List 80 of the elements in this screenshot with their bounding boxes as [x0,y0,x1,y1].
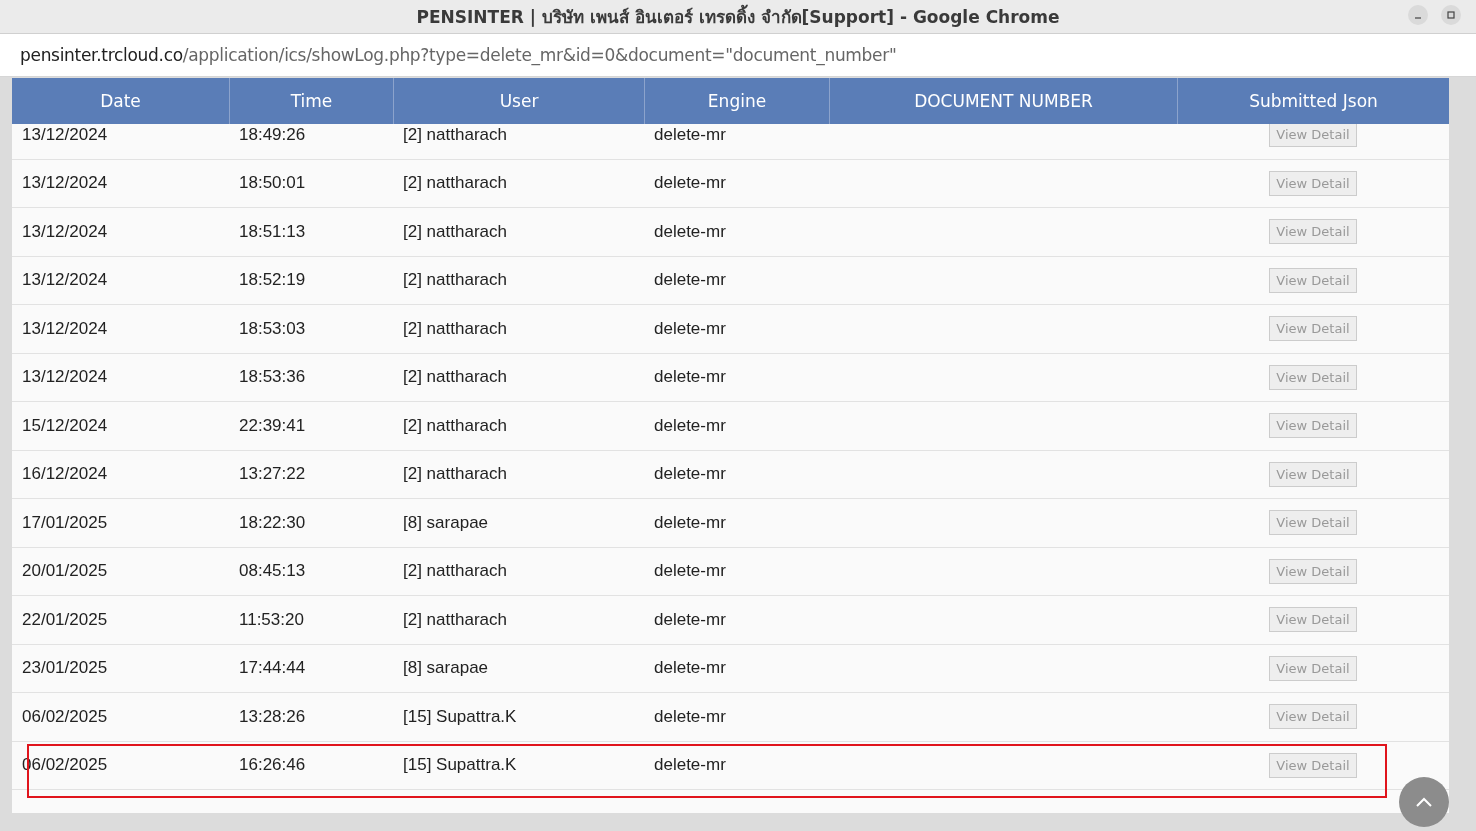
table-cell-text: 18:50:01 [238,173,307,194]
chevron-up-icon [1416,797,1432,807]
table-cell-text: 13/12/2024 [21,367,109,388]
table-cell-text: 15/12/2024 [21,415,109,436]
view-detail-button[interactable]: View Detail [1269,267,1357,293]
view-detail-button[interactable]: View Detail [1269,219,1357,245]
table-cell-text: [2] nattharach [402,124,508,145]
table-cell-text: 18:51:13 [238,221,307,242]
table-cell-text: 18:53:36 [238,367,307,388]
table-cell-text: 22/01/2025 [21,609,109,630]
table-cell-text: 17/01/2025 [21,512,109,533]
table-cell-text: 18:22:30 [238,512,307,533]
table-cell-text: 13/12/2024 [21,318,109,339]
table-cell-text: 16:26:46 [238,755,307,776]
table-cell-text: delete-mr [653,561,727,582]
table-cell-text: delete-mr [653,706,727,727]
table-cell-text: 13/12/2024 [21,221,109,242]
table-cell-text: delete-mr [653,415,727,436]
table-cell-text: 20/01/2025 [21,561,109,582]
table-cell-text: 17:44:44 [238,658,307,679]
view-detail-button[interactable]: View Detail [1269,510,1357,536]
column-header: User [393,78,644,124]
table-cell-text: delete-mr [653,609,727,630]
table-cell-text: [2] nattharach [402,367,508,388]
view-detail-button[interactable]: View Detail [1269,124,1357,148]
view-detail-button[interactable]: View Detail [1269,461,1357,487]
table-cell-text: 18:53:03 [238,318,307,339]
table-cell-text: [2] nattharach [402,561,508,582]
table-cell-text: [2] nattharach [402,221,508,242]
table-cell-text: 13/12/2024 [21,173,109,194]
table-cell-text: [15] Supattra.K [402,755,518,776]
table-cell-text: 13:28:26 [238,706,307,727]
table-cell-text: delete-mr [653,755,727,776]
view-detail-button[interactable]: View Detail [1269,364,1357,390]
minimize-button[interactable] [1408,5,1428,25]
view-detail-button[interactable]: View Detail [1269,413,1357,439]
table-cell-text: 23/01/2025 [21,658,109,679]
table-cell-text: [2] nattharach [402,270,508,291]
table-cell-text: 11:53:20 [238,609,305,630]
view-detail-button[interactable]: View Detail [1269,558,1357,584]
view-detail-button[interactable]: View Detail [1269,607,1357,633]
table-cell-text: [15] Supattra.K [402,706,518,727]
table-cell-text: 08:45:13 [238,561,307,582]
table-cell-text: [2] nattharach [402,609,508,630]
table-cell-text: [2] nattharach [402,415,508,436]
table-cell-text: delete-mr [653,367,727,388]
table-cell-text: 22:39:41 [238,415,307,436]
view-detail-button[interactable]: View Detail [1269,316,1357,342]
restore-icon [1447,11,1455,19]
table-cell-text: delete-mr [653,464,727,485]
table-cell-text: [2] nattharach [402,318,508,339]
view-detail-button[interactable]: View Detail [1269,704,1357,730]
table-cell-text: 18:52:19 [238,270,307,291]
table-cell-text: [8] sarapae [402,512,490,533]
view-detail-button[interactable]: View Detail [1269,170,1357,196]
table-cell-text: [2] nattharach [402,464,508,485]
table-cell-text: 13/12/2024 [21,270,109,291]
table-cell-text: delete-mr [653,173,727,194]
window-title: PENSINTER | บริษัท เพนส์ อินเตอร์ เทรดดิ้ง จำกัด[Support] - Google Chrome [90,3,1386,30]
table-cell-text: delete-mr [653,124,727,145]
view-detail-button[interactable]: View Detail [1269,752,1357,778]
table-cell-text: 13:27:22 [238,464,307,485]
table-cell-text: delete-mr [653,318,727,339]
table-cell-text: 13/12/2024 [21,124,109,145]
table-cell-text: delete-mr [653,658,727,679]
table-cell-text: delete-mr [653,270,727,291]
table-cell-text: [2] nattharach [402,173,508,194]
table-cell-text: 18:49:26 [238,124,307,145]
table-cell-text: delete-mr [653,512,727,533]
table-cell-text: [8] sarapae [402,658,490,679]
column-header: Engine [644,78,829,124]
column-header: Time [229,78,393,124]
column-header: DOCUMENT NUMBER [829,78,1177,124]
view-detail-button[interactable]: View Detail [1269,655,1357,681]
restore-button[interactable] [1441,5,1461,25]
minimize-icon [1414,17,1422,19]
column-header: Date [99,90,142,113]
table-cell-text: 16/12/2024 [21,464,109,485]
table-cell-text: 06/02/2025 [21,706,109,727]
table-cell-text: delete-mr [653,221,727,242]
